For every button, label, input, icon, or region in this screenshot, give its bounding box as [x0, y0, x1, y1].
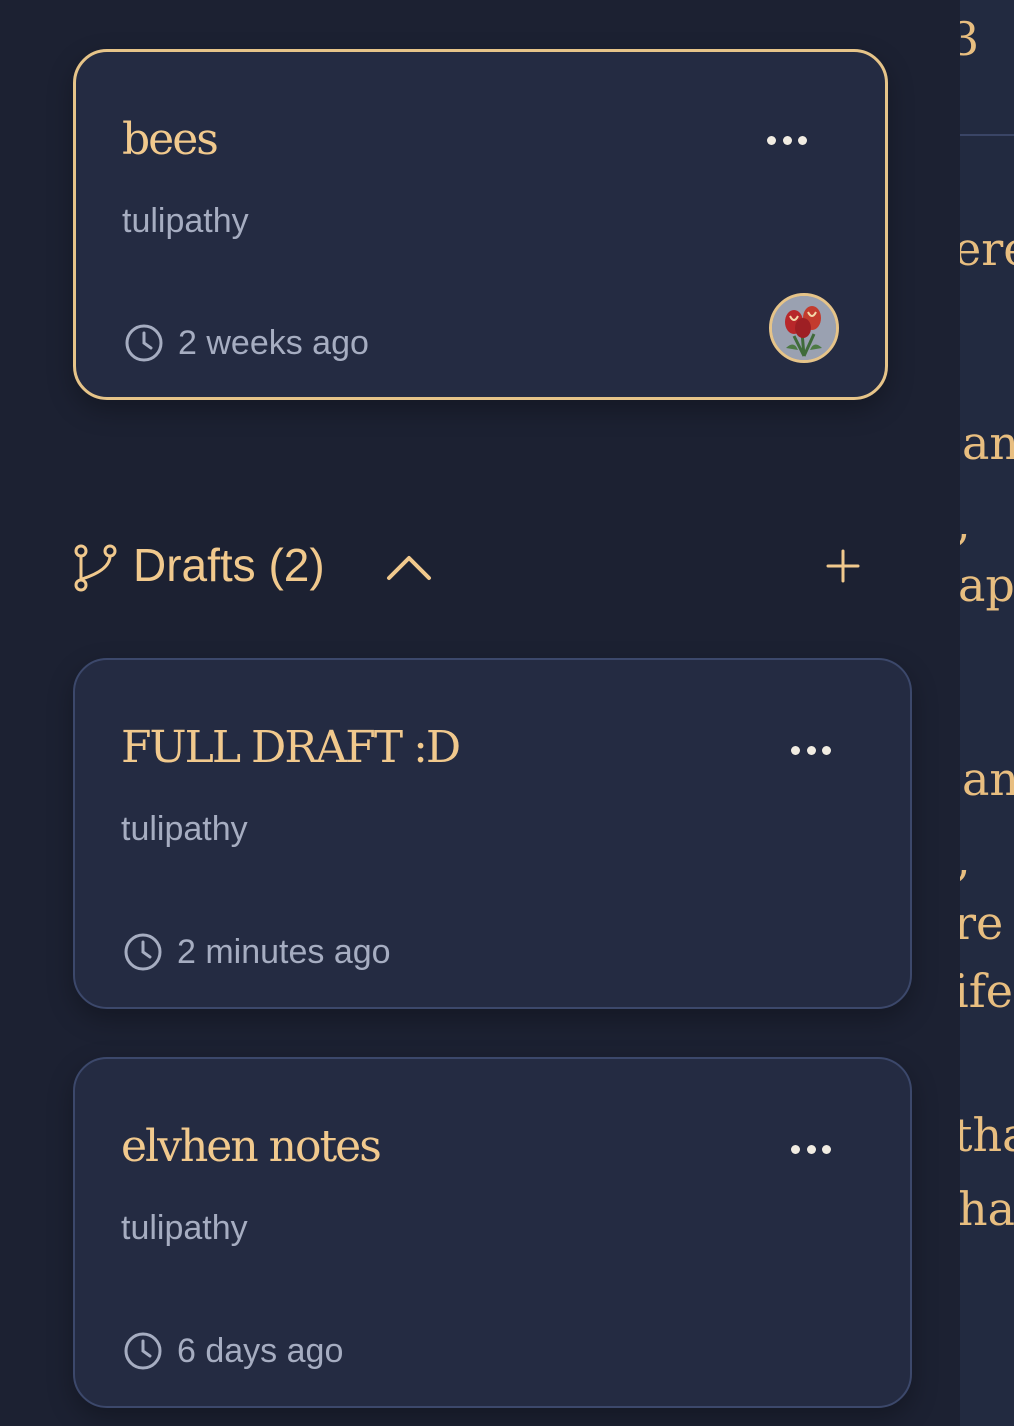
draft-card[interactable]: elvhen notes tulipathy 6 days ago: [73, 1057, 912, 1408]
editor-text-fragment: hav: [960, 1182, 1014, 1236]
editor-text-fragment: re l: [960, 896, 1014, 950]
editor-text-fragment: ,: [960, 500, 971, 546]
drafts-section-title: Drafts (2): [133, 539, 325, 591]
card-time-text: 2 minutes ago: [177, 933, 391, 971]
git-branch-icon: [74, 544, 117, 592]
editor-text-fragment: ere: [960, 222, 1014, 276]
editor-heading-fragment: 3: [960, 12, 980, 66]
chevron-up-icon[interactable]: [386, 552, 432, 582]
editor-divider: [960, 134, 1014, 136]
plus-icon[interactable]: [825, 548, 861, 584]
card-title: bees: [122, 114, 219, 165]
card-author: tulipathy: [121, 1209, 248, 1247]
drafts-section-header: Drafts (2): [73, 538, 873, 598]
editor-text-fragment: an: [962, 416, 1014, 470]
clock-icon: [125, 324, 163, 362]
card-time-text: 2 weeks ago: [178, 324, 369, 362]
draft-card[interactable]: FULL DRAFT :D tulipathy 2 minutes ago: [73, 658, 912, 1009]
card-timestamp: 2 minutes ago: [123, 932, 391, 972]
clock-icon: [124, 933, 162, 971]
app-page: bees tulipathy 2 weeks ago Drafts (2) FU…: [0, 0, 1014, 1426]
editor-text-fragment: an: [962, 752, 1014, 806]
tulip-avatar[interactable]: [769, 293, 839, 363]
editor-text-fragment: ap: [960, 558, 1014, 612]
editor-text-fragment: ife.: [960, 964, 1014, 1018]
editor-preview-strip[interactable]: 3 ere an , ap an , re l ife. tha hav: [960, 0, 1014, 1426]
editor-text-fragment: tha: [960, 1108, 1014, 1162]
card-author: tulipathy: [121, 810, 248, 848]
card-timestamp: 6 days ago: [123, 1331, 343, 1371]
card-timestamp: 2 weeks ago: [124, 323, 369, 363]
card-time-text: 6 days ago: [177, 1332, 344, 1370]
card-title: elvhen notes: [121, 1121, 382, 1172]
project-card-active[interactable]: bees tulipathy 2 weeks ago: [73, 49, 888, 400]
clock-icon: [124, 1332, 162, 1370]
card-author: tulipathy: [122, 202, 249, 240]
card-title: FULL DRAFT :D: [121, 722, 461, 773]
more-horizontal-icon[interactable]: [791, 744, 831, 756]
more-horizontal-icon[interactable]: [767, 134, 807, 146]
editor-text-fragment: ,: [960, 836, 971, 882]
sidebar-panel: bees tulipathy 2 weeks ago Drafts (2) FU…: [0, 0, 960, 1426]
more-horizontal-icon[interactable]: [791, 1143, 831, 1155]
